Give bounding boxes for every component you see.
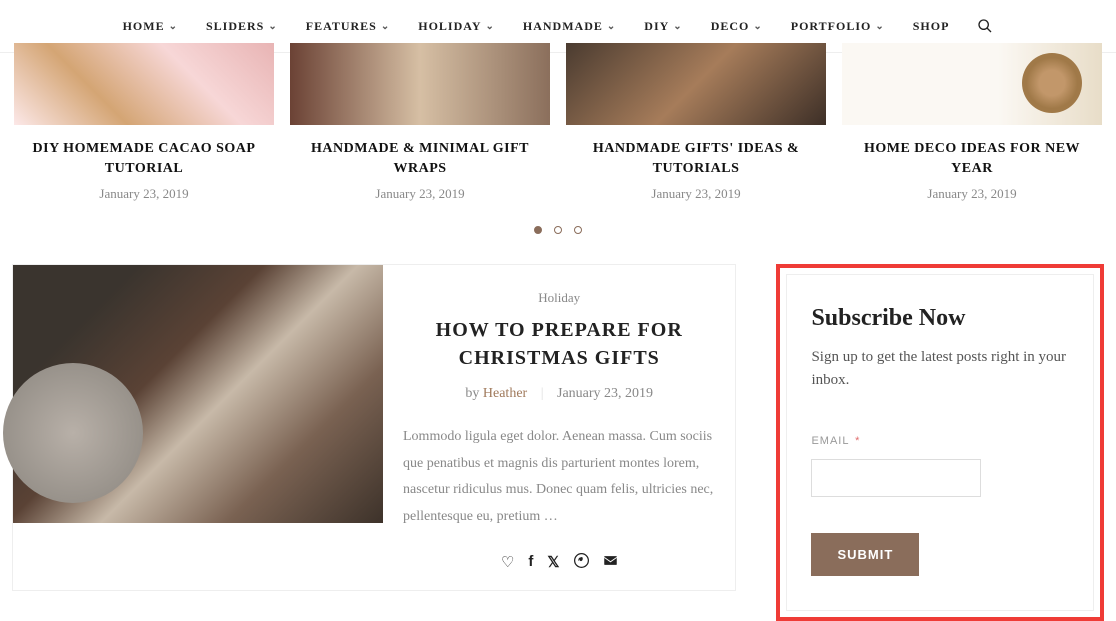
carousel-card[interactable]: HOME DECO IDEAS FOR NEW YEAR January 23,… — [842, 43, 1102, 202]
subscribe-widget-highlight: Subscribe Now Sign up to get the latest … — [776, 264, 1104, 621]
post-meta: by Heather | January 23, 2019 — [403, 386, 715, 402]
card-date: January 23, 2019 — [290, 186, 550, 202]
meta-separator: | — [541, 386, 544, 401]
nav-label: HOLIDAY — [418, 19, 481, 34]
nav-diy[interactable]: DIY ⌄ — [644, 19, 682, 34]
nav-sliders[interactable]: SLIDERS ⌄ — [206, 19, 278, 34]
post-excerpt: Lommodo ligula eget dolor. Aenean massa.… — [403, 424, 715, 530]
email-label: EMAIL * — [811, 435, 860, 447]
card-date: January 23, 2019 — [842, 186, 1102, 202]
email-field[interactable] — [811, 459, 981, 497]
chevron-down-icon: ⌄ — [169, 21, 178, 32]
nav-features[interactable]: FEATURES ⌄ — [306, 19, 391, 34]
pinterest-icon[interactable] — [574, 553, 589, 568]
carousel-dot[interactable] — [534, 226, 542, 234]
nav-label: PORTFOLIO — [791, 19, 872, 34]
nav-deco[interactable]: DECO⌄ — [711, 19, 763, 34]
chevron-down-icon: ⌄ — [381, 21, 390, 32]
nav-label: DECO — [711, 19, 750, 34]
nav-holiday[interactable]: HOLIDAY ⌄ — [418, 19, 495, 34]
post-category[interactable]: Holiday — [403, 290, 715, 306]
card-image — [290, 43, 550, 125]
nav-label: SLIDERS — [206, 19, 264, 34]
chevron-down-icon: ⌄ — [753, 21, 762, 32]
post-date: January 23, 2019 — [557, 386, 653, 401]
required-mark: * — [855, 435, 860, 447]
submit-button[interactable]: SUBMIT — [811, 533, 919, 576]
nav-shop[interactable]: SHOP — [913, 19, 950, 34]
nav-label: HOME — [123, 19, 165, 34]
chevron-down-icon: ⌄ — [268, 21, 277, 32]
carousel-dot[interactable] — [574, 226, 582, 234]
card-image — [842, 43, 1102, 125]
chevron-down-icon: ⌄ — [607, 21, 616, 32]
heart-icon[interactable]: ♡ — [501, 553, 514, 572]
card-date: January 23, 2019 — [566, 186, 826, 202]
nav-handmade[interactable]: HANDMADE ⌄ — [523, 19, 616, 34]
post-title[interactable]: HOW TO PREPARE FOR CHRISTMAS GIFTS — [403, 316, 715, 372]
nav-label: DIY — [644, 19, 669, 34]
by-label: by — [465, 386, 479, 401]
subscribe-widget: Subscribe Now Sign up to get the latest … — [786, 274, 1094, 611]
chevron-down-icon: ⌄ — [875, 21, 884, 32]
featured-post: Holiday HOW TO PREPARE FOR CHRISTMAS GIF… — [12, 264, 736, 590]
x-icon[interactable]: 𝕏 — [547, 553, 559, 572]
card-date: January 23, 2019 — [14, 186, 274, 202]
nav-home[interactable]: HOME ⌄ — [123, 19, 178, 34]
subscribe-heading: Subscribe Now — [811, 305, 1069, 332]
card-image — [14, 43, 274, 125]
chevron-down-icon: ⌄ — [673, 21, 682, 32]
card-title: HANDMADE & MINIMAL GIFT WRAPS — [290, 139, 550, 178]
nav-portfolio[interactable]: PORTFOLIO⌄ — [791, 19, 885, 34]
subscribe-text: Sign up to get the latest posts right in… — [811, 346, 1069, 391]
share-bar: ♡ f 𝕏 — [403, 553, 715, 572]
search-icon[interactable] — [977, 18, 993, 34]
facebook-icon[interactable]: f — [528, 553, 533, 572]
post-image[interactable] — [13, 265, 383, 523]
carousel: DIY HOMEMADE CACAO SOAP TUTORIAL January… — [0, 43, 1116, 202]
email-label-text: EMAIL — [811, 435, 849, 447]
post-author[interactable]: Heather — [483, 386, 527, 401]
nav-label: HANDMADE — [523, 19, 603, 34]
card-image — [566, 43, 826, 125]
card-title: HOME DECO IDEAS FOR NEW YEAR — [842, 139, 1102, 178]
carousel-card[interactable]: HANDMADE GIFTS' IDEAS & TUTORIALS Januar… — [566, 43, 826, 202]
card-title: DIY HOMEMADE CACAO SOAP TUTORIAL — [14, 139, 274, 178]
main-content: Holiday HOW TO PREPARE FOR CHRISTMAS GIF… — [0, 264, 1116, 621]
carousel-dots — [0, 226, 1116, 234]
card-title: HANDMADE GIFTS' IDEAS & TUTORIALS — [566, 139, 826, 178]
email-icon[interactable] — [603, 553, 618, 568]
carousel-dot[interactable] — [554, 226, 562, 234]
carousel-card[interactable]: DIY HOMEMADE CACAO SOAP TUTORIAL January… — [14, 43, 274, 202]
post-body: Holiday HOW TO PREPARE FOR CHRISTMAS GIF… — [383, 265, 735, 589]
chevron-down-icon: ⌄ — [486, 21, 495, 32]
carousel-card[interactable]: HANDMADE & MINIMAL GIFT WRAPS January 23… — [290, 43, 550, 202]
nav-label: FEATURES — [306, 19, 377, 34]
